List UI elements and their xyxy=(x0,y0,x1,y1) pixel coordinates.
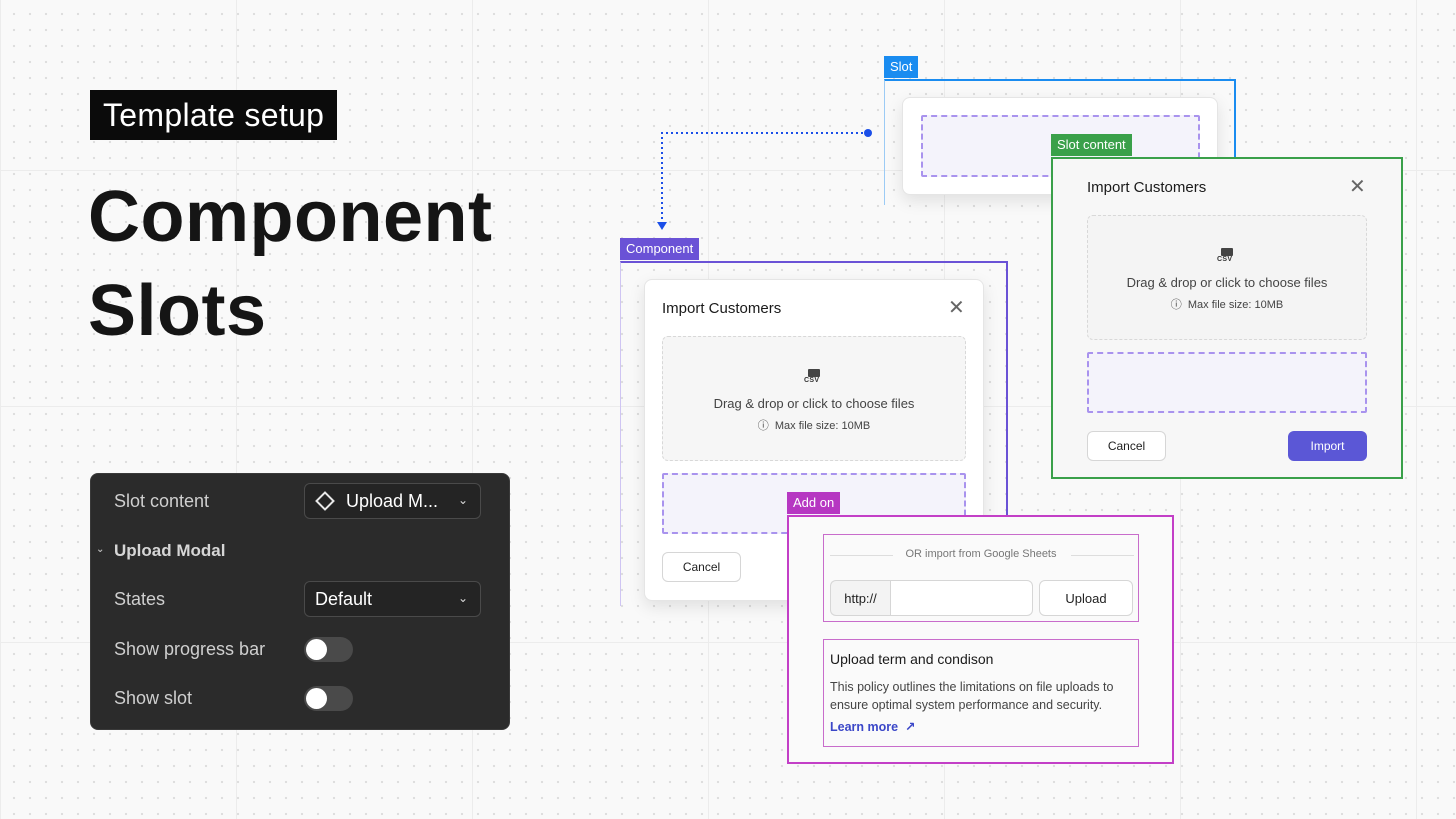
modal-title: Import Customers xyxy=(1087,179,1207,196)
google-sheets-import: OR import from Google Sheets http:// Upl… xyxy=(823,534,1139,622)
states-select[interactable]: Default ⌄ xyxy=(304,581,481,617)
url-prefix: http:// xyxy=(830,580,890,616)
csv-file-icon: CSV xyxy=(1217,248,1234,264)
template-setup-tag: Template setup xyxy=(90,90,338,140)
slot-tag: Slot xyxy=(884,56,919,78)
slot-content-tag: Slot content xyxy=(1051,134,1132,156)
show-progress-bar-label: Show progress bar xyxy=(114,638,266,659)
slot-placeholder xyxy=(1087,352,1367,413)
states-row: States Default ⌄ xyxy=(91,581,509,617)
slot-content-frame: Import Customers ✕ CSV Drag & drop or cl… xyxy=(1051,157,1403,479)
cancel-button[interactable]: Cancel xyxy=(1087,431,1166,461)
connector-dot xyxy=(864,129,872,137)
connector-line xyxy=(661,132,868,223)
section-title: Upload Modal xyxy=(114,541,226,560)
drop-text: Drag & drop or click to choose files xyxy=(1126,275,1328,290)
title-line-1: Component xyxy=(88,177,493,257)
toggle-knob xyxy=(306,687,327,709)
component-diamond-icon xyxy=(315,491,335,511)
toggle-knob xyxy=(306,638,327,660)
slot-content-label: Slot content xyxy=(114,490,210,511)
states-label: States xyxy=(114,588,166,609)
states-value: Default xyxy=(315,588,373,609)
url-input[interactable] xyxy=(890,580,1033,616)
slot-content-row: Slot content Upload M... ⌄ xyxy=(91,483,509,519)
upload-button[interactable]: Upload xyxy=(1039,580,1133,616)
slot-content-select[interactable]: Upload M... ⌄ xyxy=(304,483,481,519)
show-slot-label: Show slot xyxy=(114,687,193,708)
csv-file-icon: CSV xyxy=(804,369,821,385)
info-icon: ⓘ xyxy=(757,420,769,432)
upload-modal-section[interactable]: ⌄ Upload Modal xyxy=(96,541,226,561)
max-size-text: ⓘ Max file size: 10MB xyxy=(1170,299,1284,311)
terms-body: This policy outlines the limitations on … xyxy=(830,680,1114,712)
external-arrow-icon: ↗ xyxy=(905,720,916,734)
drop-text: Drag & drop or click to choose files xyxy=(713,396,915,411)
page-title: Component Slots xyxy=(88,170,568,358)
close-icon[interactable]: ✕ xyxy=(948,298,965,318)
file-drop-zone[interactable]: CSV Drag & drop or click to choose files… xyxy=(1087,215,1367,340)
properties-panel: Slot content Upload M... ⌄ ⌄ Upload Moda… xyxy=(90,473,510,730)
learn-more-link[interactable]: Learn more ↗ xyxy=(830,719,916,734)
upload-terms-card: Upload term and condison This policy out… xyxy=(823,639,1139,747)
cancel-button[interactable]: Cancel xyxy=(662,552,741,582)
close-icon[interactable]: ✕ xyxy=(1349,177,1366,197)
terms-title: Upload term and condison xyxy=(830,651,994,667)
connector-arrow-icon xyxy=(657,222,667,230)
progress-row: Show progress bar xyxy=(91,631,509,667)
chevron-down-icon: ⌄ xyxy=(457,493,468,507)
or-import-text: OR import from Google Sheets xyxy=(905,548,1057,560)
slot-connector xyxy=(657,129,872,230)
chevron-down-icon: ⌄ xyxy=(457,591,468,605)
modal-title: Import Customers xyxy=(662,300,782,317)
max-size-text: ⓘ Max file size: 10MB xyxy=(757,420,871,432)
file-drop-zone[interactable]: CSV Drag & drop or click to choose files… xyxy=(662,336,966,461)
title-line-2: Slots xyxy=(88,271,267,351)
slot-row: Show slot xyxy=(91,680,509,716)
slot-content-value: Upload M... xyxy=(346,490,439,511)
show-slot-toggle[interactable] xyxy=(304,685,353,711)
add-on-tag: Add on xyxy=(787,492,841,514)
add-on-frame: OR import from Google Sheets http:// Upl… xyxy=(787,515,1174,764)
component-tag: Component xyxy=(620,238,700,260)
show-progress-bar-toggle[interactable] xyxy=(304,636,353,662)
info-icon: ⓘ xyxy=(1170,299,1182,311)
collapse-caret-icon: ⌄ xyxy=(96,544,105,555)
import-button[interactable]: Import xyxy=(1288,431,1367,461)
